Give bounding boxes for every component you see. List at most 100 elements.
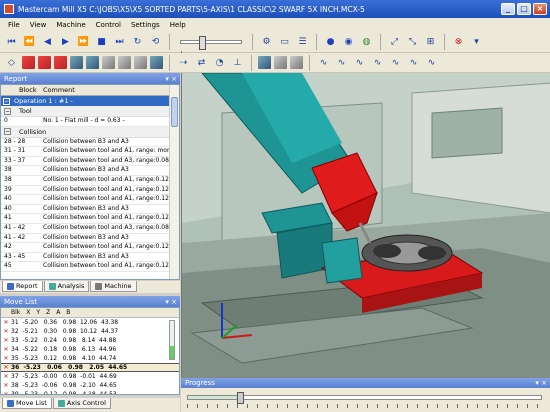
menu-view[interactable]: View: [30, 21, 47, 29]
globe-icon[interactable]: ◍: [359, 34, 374, 49]
stock-icon[interactable]: [54, 56, 67, 69]
bottom-tabs: Move List Axis Control: [0, 398, 180, 412]
layout-icon[interactable]: ▭: [277, 34, 292, 49]
menu-help[interactable]: Help: [170, 21, 186, 29]
menu-control[interactable]: Control: [96, 21, 121, 29]
path5-icon[interactable]: ∿: [388, 55, 403, 70]
tool-group[interactable]: − Tool: [1, 106, 179, 117]
path3-icon[interactable]: ∿: [352, 55, 367, 70]
close-progress-icon[interactable]: ▾ ×: [535, 379, 547, 387]
zoom-icon[interactable]: ⤡: [405, 34, 420, 49]
toolpath-icon[interactable]: ⇢: [176, 55, 191, 70]
table-row[interactable]: 33 - 37 Collision between tool and A3, ra…: [1, 157, 179, 167]
spindle-view-icon[interactable]: [274, 56, 287, 69]
table-view-icon[interactable]: [290, 56, 303, 69]
move-icon[interactable]: ⇄: [194, 55, 209, 70]
table-row[interactable]: 43 - 45 Collision between B3 and A3: [1, 253, 179, 263]
tab-machine[interactable]: Machine: [90, 281, 137, 292]
stop-icon[interactable]: ■: [94, 34, 109, 49]
list-item[interactable]: ✕ 35 -5.23 0.12 0.98 4.10 44.74: [1, 354, 179, 363]
iso-view-icon[interactable]: ◇: [4, 55, 19, 70]
tab-analysis[interactable]: Analysis: [43, 281, 90, 292]
table-row[interactable]: 31 - 31 Collision between tool and A1, ra…: [1, 147, 179, 157]
reset-icon[interactable]: ⟲: [148, 34, 163, 49]
table-row[interactable]: 41 Collision between tool and A1, range:0…: [1, 214, 179, 224]
list-item[interactable]: ✕ 32 -5.21 0.30 0.98 10.12 44.37: [1, 327, 179, 336]
collision-x-icon: ✕: [3, 319, 9, 326]
report-scrollbar[interactable]: [169, 85, 179, 279]
close-movelist-icon[interactable]: ▾ ×: [165, 298, 177, 306]
collision-x-icon: ✕: [3, 355, 9, 362]
list-item[interactable]: ✕ 37 -5.23 -0.00 0.98 -0.01 44.69: [1, 372, 179, 381]
report-panel: Block Comment − Operation 1 : #1 - − Tool …: [0, 84, 180, 280]
forward-end-icon[interactable]: ⏭: [112, 34, 127, 49]
step-back-icon[interactable]: ⏪: [22, 34, 37, 49]
tab-axis-control[interactable]: Axis Control: [52, 398, 111, 409]
maximize-button[interactable]: □: [517, 3, 531, 15]
head-icon[interactable]: ⊥: [230, 55, 245, 70]
view-sphere-icon[interactable]: ●: [323, 34, 338, 49]
minimize-button[interactable]: _: [501, 3, 515, 15]
fit-icon[interactable]: ⤢: [387, 34, 402, 49]
column-comment[interactable]: Comment: [43, 86, 75, 94]
tab-report[interactable]: Report: [2, 281, 43, 292]
transparent-icon[interactable]: [102, 56, 115, 69]
menu-machine[interactable]: Machine: [56, 21, 85, 29]
table-row[interactable]: 28 - 28 Collision between B3 and A3: [1, 138, 179, 148]
table-row[interactable]: 38 Collision between tool and A1, range:0…: [1, 176, 179, 186]
table-row[interactable]: 41 - 42 Collision between tool and A3, ra…: [1, 224, 179, 234]
solid-red-icon[interactable]: [38, 56, 51, 69]
settings-icon[interactable]: ⚙: [259, 34, 274, 49]
play-icon[interactable]: ▶: [58, 34, 73, 49]
solid-view-icon[interactable]: [22, 56, 35, 69]
list-item[interactable]: ✕ 39 -5.23 -0.12 0.98 -4.18 44.53: [1, 390, 179, 394]
menu-file[interactable]: File: [8, 21, 20, 29]
window-fit-icon[interactable]: ⊞: [423, 34, 438, 49]
list-item[interactable]: ✕ 33 -5.22 0.24 0.98 8.14 44.88: [1, 336, 179, 345]
rotate-view-icon[interactable]: [150, 56, 163, 69]
shade-sphere-icon[interactable]: ◉: [341, 34, 356, 49]
close-report-icon[interactable]: ▾ ×: [165, 75, 177, 83]
speed-slider[interactable]: [180, 35, 242, 54]
path2-icon[interactable]: ∿: [334, 55, 349, 70]
table-row[interactable]: 41 - 42 Collision between B3 and A3: [1, 234, 179, 244]
path7-icon[interactable]: ∿: [424, 55, 439, 70]
operation-row[interactable]: − Operation 1 : #1 -: [1, 96, 179, 106]
table-row[interactable]: 45 Collision between tool and A1, range:0…: [1, 262, 179, 272]
collision-group[interactable]: − Collision: [1, 126, 179, 138]
list-item[interactable]: ✕ 36 -5.23 0.06 0.98 2.05 44.65: [1, 363, 179, 372]
list-item[interactable]: ✕ 34 -5.22 0.18 0.98 6.13 44.96: [1, 345, 179, 354]
path4-icon[interactable]: ∿: [370, 55, 385, 70]
exit-icon[interactable]: ⊗: [451, 34, 466, 49]
rewind-icon[interactable]: ⏮: [4, 34, 19, 49]
table-row[interactable]: 42 Collision between tool and A1, range:0…: [1, 243, 179, 253]
list-item[interactable]: ✕ 38 -5.23 -0.06 0.98 -2.10 44.65: [1, 381, 179, 390]
list-item[interactable]: ✕ 31 -5.20 0.36 0.98 12.06 43.38: [1, 318, 179, 327]
table-row[interactable]: 40 Collision between B3 and A3: [1, 205, 179, 215]
step-forward-icon[interactable]: ⏩: [76, 34, 91, 49]
dropdown-icon[interactable]: ▾: [469, 34, 484, 49]
play-reverse-icon[interactable]: ◀: [40, 34, 55, 49]
loop-icon[interactable]: ↻: [130, 34, 145, 49]
path1-icon[interactable]: ∿: [316, 55, 331, 70]
progress-title: Progress ▾ ×: [181, 378, 550, 388]
table-row[interactable]: 40 Collision between tool and A1, range:0…: [1, 195, 179, 205]
options-icon[interactable]: ☰: [295, 34, 310, 49]
hidden-icon[interactable]: [134, 56, 147, 69]
table-row[interactable]: 38 Collision between B3 and A3: [1, 166, 179, 176]
progress-thumb[interactable]: [237, 392, 245, 404]
close-button[interactable]: ×: [533, 3, 547, 15]
table-row[interactable]: 39 Collision between tool and A1, range:0…: [1, 186, 179, 196]
wireframe-icon[interactable]: [118, 56, 131, 69]
simulation-viewport[interactable]: [181, 73, 550, 377]
tab-move-list[interactable]: Move List: [2, 398, 52, 409]
menu-settings[interactable]: Settings: [131, 21, 160, 29]
tool-view-icon[interactable]: [258, 56, 271, 69]
path6-icon[interactable]: ∿: [406, 55, 421, 70]
fixture-icon[interactable]: [70, 56, 83, 69]
camera-icon[interactable]: ◔: [212, 55, 227, 70]
column-block[interactable]: Block: [1, 86, 43, 94]
table-row[interactable]: 0 No. 1 - Flat mill - d = 0.63 -: [1, 117, 179, 127]
machine-view-icon[interactable]: [86, 56, 99, 69]
menu-bar: File View Machine Control Settings Help: [0, 18, 550, 31]
